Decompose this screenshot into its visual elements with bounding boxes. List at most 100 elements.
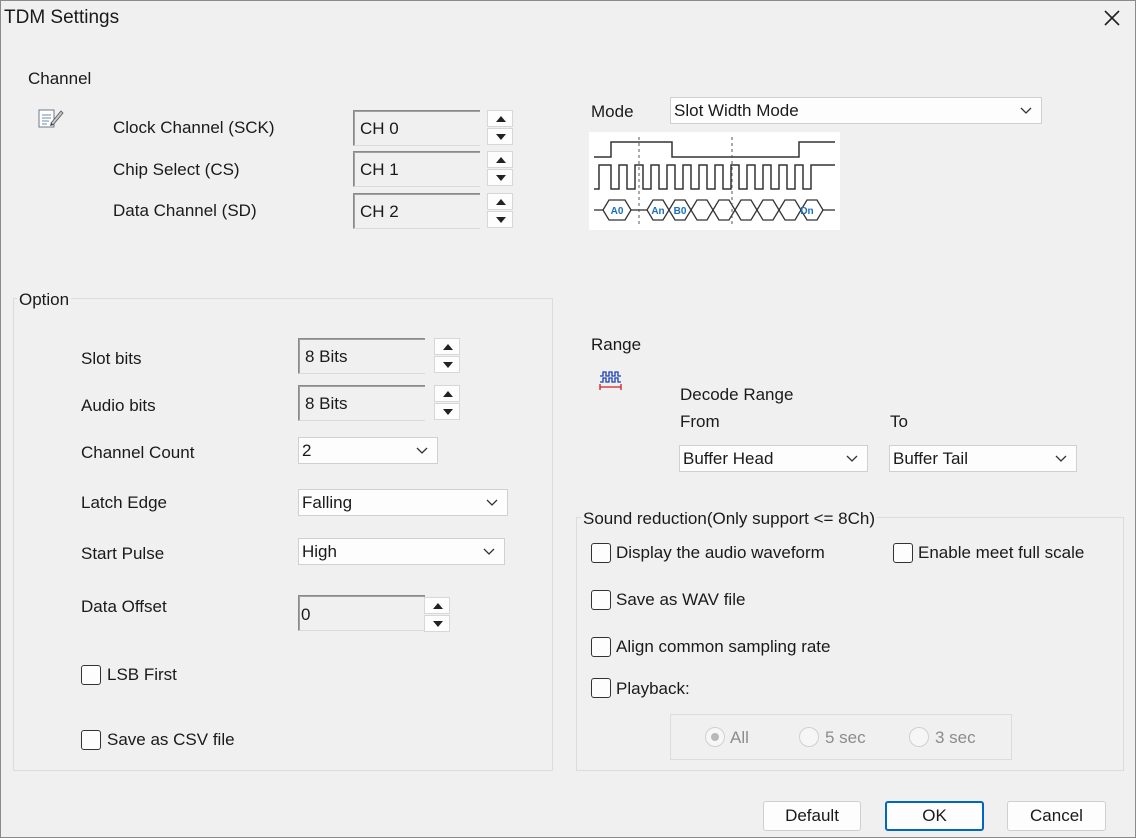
data-channel-label: Data Channel (SD)	[113, 201, 257, 220]
lsb-first-checkbox[interactable]	[81, 665, 101, 685]
chevron-down-icon	[1020, 107, 1032, 114]
slot-bits-value: 8 Bits	[305, 347, 348, 366]
diagram-label-a0: A0	[611, 206, 624, 217]
clock-channel-field[interactable]: CH 0	[353, 110, 480, 146]
save-wav-label: Save as WAV file	[616, 590, 746, 609]
clock-channel-down-button[interactable]	[487, 128, 513, 145]
channel-count-label: Channel Count	[81, 443, 195, 462]
clock-channel-value: CH 0	[360, 119, 399, 138]
arrow-up-icon	[496, 116, 506, 122]
playback-3sec-radio[interactable]	[909, 727, 929, 747]
mode-value: Slot Width Mode	[674, 101, 799, 120]
mode-label: Mode	[591, 102, 634, 121]
option-group-label: Option	[17, 290, 72, 310]
channel-count-select[interactable]: 2	[298, 437, 438, 464]
data-bus-waveform	[594, 199, 835, 221]
slot-bits-field[interactable]: 8 Bits	[298, 338, 425, 374]
enable-full-scale-label: Enable meet full scale	[918, 543, 1085, 562]
display-waveform-label: Display the audio waveform	[616, 543, 825, 562]
range-from-select[interactable]: Buffer Head	[679, 445, 868, 472]
arrow-down-icon	[496, 175, 506, 181]
to-label: To	[890, 412, 908, 431]
sound-reduction-group-label: Sound reduction(Only support <= 8Ch)	[581, 509, 878, 529]
cs-waveform	[594, 141, 835, 158]
slot-bits-up-button[interactable]	[434, 338, 460, 355]
start-pulse-value: High	[302, 542, 337, 561]
audio-bits-value: 8 Bits	[305, 394, 348, 413]
audio-bits-down-button[interactable]	[434, 403, 460, 420]
chevron-down-icon	[1055, 455, 1067, 462]
range-to-value: Buffer Tail	[893, 449, 968, 468]
clock-channel-label: Clock Channel (SCK)	[113, 118, 275, 137]
data-offset-label: Data Offset	[81, 597, 167, 616]
chevron-down-icon	[483, 548, 495, 555]
channel-count-value: 2	[302, 441, 312, 460]
arrow-down-icon	[443, 409, 453, 415]
window-title: TDM Settings	[4, 7, 120, 28]
data-channel-down-button[interactable]	[487, 211, 513, 228]
clock-channel-up-button[interactable]	[487, 110, 513, 127]
latch-edge-select[interactable]: Falling	[298, 489, 508, 516]
data-offset-field[interactable]: 0	[298, 595, 425, 631]
channel-group-label: Channel	[28, 69, 92, 88]
latch-edge-label: Latch Edge	[81, 493, 168, 512]
waveform-range-icon	[599, 371, 622, 390]
display-waveform-checkbox[interactable]	[591, 543, 611, 563]
data-offset-up-button[interactable]	[424, 597, 450, 614]
close-button[interactable]	[1099, 5, 1125, 31]
chip-select-down-button[interactable]	[487, 169, 513, 186]
clock-channel-spinner	[487, 110, 513, 146]
chevron-down-icon	[486, 499, 498, 506]
data-channel-field[interactable]: CH 2	[353, 193, 480, 229]
arrow-up-icon	[433, 603, 443, 609]
diagram-label-an: An	[651, 206, 664, 217]
data-channel-up-button[interactable]	[487, 193, 513, 210]
playback-checkbox[interactable]	[591, 678, 611, 698]
edit-note-icon	[38, 109, 64, 128]
enable-full-scale-checkbox[interactable]	[893, 543, 913, 563]
diagram-label-dn: Dn	[800, 206, 813, 217]
start-pulse-label: Start Pulse	[81, 544, 165, 563]
ok-button[interactable]: OK	[885, 801, 984, 831]
tdm-settings-dialog: TDM Settings Channel Clock Channel (SCK)…	[0, 0, 1136, 838]
sck-waveform	[594, 164, 835, 190]
chip-select-up-button[interactable]	[487, 151, 513, 168]
data-offset-spinner	[424, 597, 450, 633]
range-group-label: Range	[591, 335, 642, 354]
slot-bits-spinner	[434, 338, 460, 374]
data-offset-value: 0	[301, 605, 311, 624]
mode-select[interactable]: Slot Width Mode	[670, 97, 1042, 124]
save-csv-checkbox[interactable]	[81, 730, 101, 750]
arrow-down-icon	[433, 621, 443, 627]
default-button[interactable]: Default	[763, 801, 861, 831]
slot-bits-down-button[interactable]	[434, 356, 460, 373]
timing-diagram-svg: A0 An B0 Dn	[594, 137, 835, 227]
start-pulse-select[interactable]: High	[298, 538, 505, 565]
audio-bits-label: Audio bits	[81, 396, 156, 415]
lsb-first-label: LSB First	[107, 665, 177, 684]
range-to-select[interactable]: Buffer Tail	[889, 445, 1077, 472]
latch-edge-value: Falling	[302, 493, 353, 512]
save-wav-checkbox[interactable]	[591, 590, 611, 610]
arrow-up-icon	[496, 199, 506, 205]
data-offset-down-button[interactable]	[424, 615, 450, 632]
timing-diagram: A0 An B0 Dn	[589, 132, 840, 230]
data-channel-value: CH 2	[360, 202, 399, 221]
align-rate-checkbox[interactable]	[591, 637, 611, 657]
arrow-up-icon	[443, 344, 453, 350]
close-icon	[1104, 10, 1120, 26]
playback-5sec-radio[interactable]	[799, 727, 819, 747]
arrow-down-icon	[496, 134, 506, 140]
chip-select-spinner	[487, 151, 513, 187]
arrow-down-icon	[496, 217, 506, 223]
range-from-value: Buffer Head	[683, 449, 774, 468]
cancel-button[interactable]: Cancel	[1007, 801, 1106, 831]
diagram-label-b0: B0	[674, 206, 687, 217]
arrow-up-icon	[496, 157, 506, 163]
playback-all-radio[interactable]	[705, 727, 725, 747]
chip-select-field[interactable]: CH 1	[353, 151, 480, 187]
audio-bits-up-button[interactable]	[434, 385, 460, 402]
chip-select-label: Chip Select (CS)	[113, 160, 240, 179]
audio-bits-field[interactable]: 8 Bits	[298, 385, 425, 421]
save-csv-label: Save as CSV file	[107, 730, 235, 749]
